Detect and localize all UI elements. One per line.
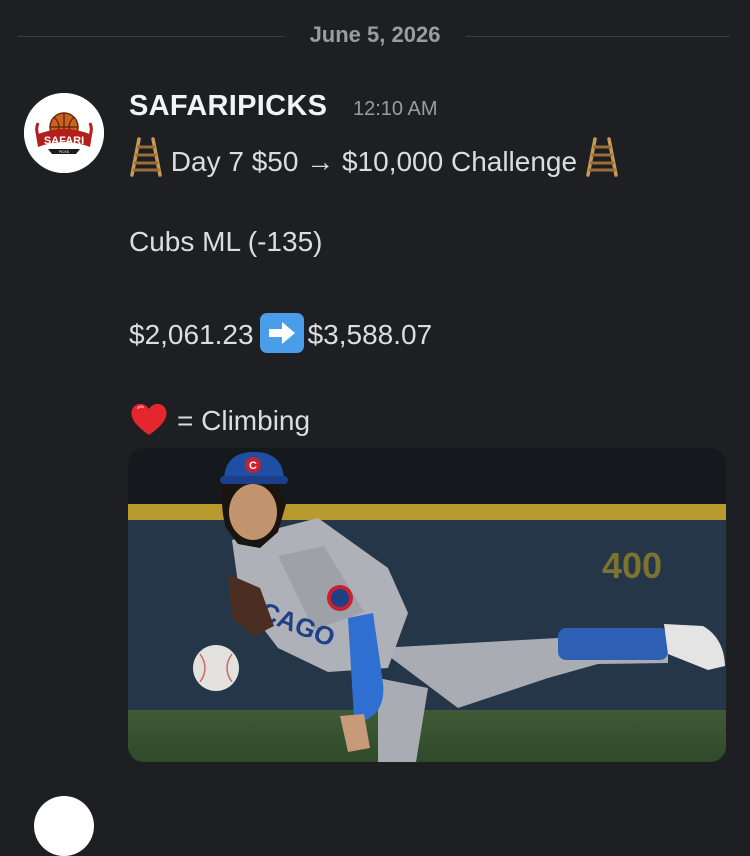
date-label: June 5, 2026: [309, 22, 441, 47]
message-timestamp[interactable]: 12:10 AM: [353, 98, 438, 121]
ladder-icon: [585, 137, 619, 184]
avatar-logo-subtext: PICKS: [59, 150, 70, 154]
wall-number: 400: [602, 545, 662, 586]
cap-logo: C: [249, 460, 257, 472]
reaction-text: = Climbing: [177, 405, 311, 436]
reaction-line: = Climbing: [129, 400, 310, 445]
author-avatar[interactable]: SAFARI PICKS: [24, 93, 104, 173]
pitcher-photo: 400 CAGO C: [128, 448, 726, 762]
bankroll-line: $2,061.23 $3,588.07: [129, 313, 432, 353]
next-message-avatar[interactable]: [34, 796, 94, 856]
pick-line: Cubs ML (-135): [129, 226, 323, 257]
red-heart-icon: [129, 400, 169, 445]
divider-line-right: [466, 36, 730, 37]
divider-line-left: [18, 36, 284, 37]
bankroll-from: $2,061.23: [129, 319, 254, 350]
ladder-icon: [129, 137, 163, 184]
bankroll-to: $3,588.07: [307, 319, 433, 350]
avatar-logo-text: SAFARI: [44, 135, 84, 147]
author-username[interactable]: SAFARIPICKS: [129, 90, 327, 123]
safari-picks-logo: SAFARI PICKS: [24, 93, 104, 173]
message-title-line: Day 7 $50 → $10,000 Challenge: [129, 137, 619, 184]
date-divider: June 5, 2026: [0, 0, 750, 72]
image-attachment[interactable]: 400 CAGO C: [128, 448, 726, 762]
right-arrow-icon: [259, 313, 304, 353]
challenge-title: Day 7 $50 → $10,000 Challenge: [170, 146, 578, 177]
